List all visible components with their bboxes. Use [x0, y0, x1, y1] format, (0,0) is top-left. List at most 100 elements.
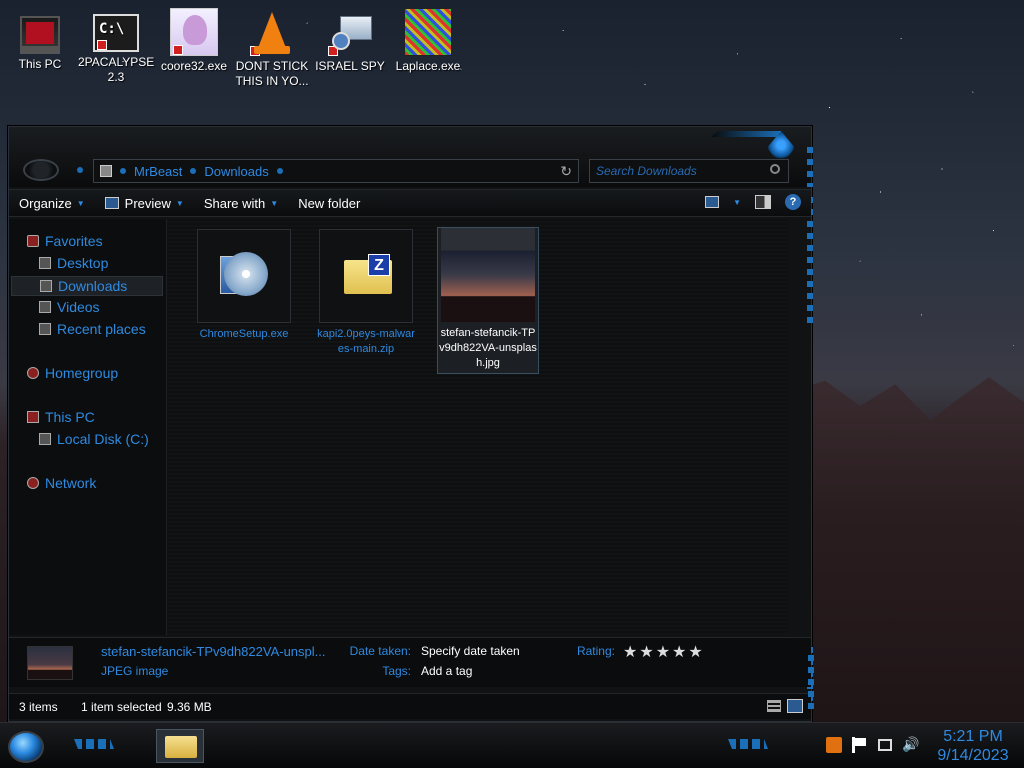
desktop-edge-accent [808, 655, 814, 715]
desktop-icon-coore32[interactable]: coore32.exe [156, 8, 232, 74]
action-center-flag-icon[interactable] [852, 737, 868, 753]
network-computer-icon [326, 8, 374, 56]
image-thumbnail [441, 228, 535, 322]
sidebar-item-videos[interactable]: Videos [39, 299, 100, 315]
taskbar-file-explorer-button[interactable] [156, 729, 204, 763]
sidebar-item-local-disk[interactable]: Local Disk (C:) [39, 431, 149, 447]
organize-button[interactable]: Organize ▼ [9, 189, 95, 217]
change-view-icon[interactable] [705, 196, 720, 208]
desktop-icon-label: 2PACALYPSE 2.3 [78, 55, 155, 84]
desktop-icon-israel-spy[interactable]: ISRAEL SPY [312, 8, 388, 74]
java-icon[interactable] [826, 737, 842, 753]
desktop-folder-icon [39, 257, 51, 269]
file-item[interactable]: ChromeSetup.exe [193, 229, 295, 342]
search-input[interactable]: Search Downloads [589, 159, 789, 183]
shortcut-badge-icon [97, 40, 107, 50]
large-icons-view-icon[interactable] [787, 699, 803, 713]
sidebar-item-label: Homegroup [45, 365, 119, 381]
volume-icon[interactable]: 🔊 [902, 737, 919, 753]
search-placeholder: Search Downloads [596, 164, 697, 178]
window-titlebar[interactable]: MrBeast Downloads ↻ Search Downloads [9, 127, 811, 187]
rating-stars[interactable]: ★★★★★ [623, 642, 705, 662]
breadcrumb-separator-icon[interactable] [120, 168, 126, 174]
status-bar: 3 items 1 item selected 9.36 MB [9, 693, 811, 719]
file-item[interactable]: Z kapi2.0peys-malwares-main.zip [315, 229, 417, 357]
desktop-wallpaper-mountain [790, 377, 1024, 730]
computer-icon [20, 16, 60, 54]
details-file-name: stefan-stefancik-TPv9dh822VA-unspl... [101, 644, 326, 659]
favorites-star-icon [27, 235, 39, 247]
share-with-label: Share with [203, 195, 266, 211]
sidebar-item-network[interactable]: Network [27, 475, 96, 491]
file-item-selected[interactable]: stefan-stefancik-TPv9dh822VA-unsplash.jp… [437, 227, 539, 374]
taskbar-chevron-decoration [728, 739, 768, 749]
command-prompt-icon: C:\ [93, 14, 139, 52]
breadcrumb-mrbeast[interactable]: MrBeast [134, 164, 182, 179]
sidebar-item-label: Network [45, 475, 97, 491]
date-taken-value[interactable]: Specify date taken [421, 644, 520, 658]
rating-label: Rating: [576, 644, 615, 658]
homegroup-icon [27, 367, 39, 379]
file-thumbnail: Z [319, 229, 413, 323]
sidebar-item-recent-places[interactable]: Recent places [39, 321, 146, 337]
videos-folder-icon [39, 301, 51, 313]
share-with-button[interactable]: Share with ▼ [194, 189, 288, 217]
breadcrumb-separator-icon[interactable] [276, 168, 283, 174]
cd-disc-icon [224, 252, 268, 296]
sidebar-item-favorites[interactable]: Favorites [27, 233, 103, 249]
taskbar-clock[interactable]: 5:21 PM 9/14/2023 [930, 727, 1016, 765]
search-icon[interactable] [770, 164, 780, 174]
chevron-down-icon[interactable]: ▼ [733, 198, 741, 207]
desktop-icon-2pacalypse[interactable]: C:\ 2PACALYPSE 2.3 [78, 8, 154, 85]
anime-character-icon [170, 8, 218, 56]
desktop-icon-label: coore32.exe [160, 59, 228, 73]
sidebar-item-this-pc[interactable]: This PC [27, 409, 95, 425]
file-thumbnail [197, 229, 291, 323]
new-folder-label: New folder [298, 195, 361, 211]
toolbar-right-controls: ▼ ? [705, 194, 801, 210]
computer-icon [27, 411, 39, 423]
sidebar-item-label: This PC [45, 409, 95, 425]
details-view-icon[interactable] [767, 700, 781, 712]
explorer-window[interactable]: MrBeast Downloads ↻ Search Downloads Org… [8, 126, 813, 722]
clock-time: 5:21 PM [943, 728, 1003, 745]
status-item-count: 3 items [19, 700, 58, 714]
sidebar-item-label: Desktop [57, 255, 109, 271]
details-thumbnail [27, 646, 73, 680]
preview-button[interactable]: Preview ▼ [95, 189, 194, 217]
chevron-down-icon: ▼ [270, 198, 279, 208]
downloads-folder-icon [40, 280, 52, 292]
back-forward-orb-icon[interactable] [23, 159, 59, 181]
recent-places-icon [39, 323, 51, 335]
desktop-icon-label: DONT STICK THIS IN YO... [235, 59, 309, 88]
refresh-icon[interactable]: ↻ [560, 163, 572, 180]
desktop-icon-label: This PC [18, 57, 62, 71]
file-name: ChromeSetup.exe [199, 328, 289, 340]
tags-value[interactable]: Add a tag [421, 664, 472, 678]
breadcrumb-downloads[interactable]: Downloads [204, 164, 268, 179]
desktop-icon-laplace[interactable]: Laplace.exe [390, 8, 466, 74]
start-button[interactable] [8, 731, 44, 763]
sidebar-item-label: Local Disk (C:) [57, 431, 149, 447]
folder-icon [165, 736, 197, 758]
breadcrumb-separator-icon[interactable] [190, 168, 197, 174]
file-list-view[interactable]: ChromeSetup.exe Z kapi2.0peys-malwares-m… [167, 219, 787, 635]
title-accent-bar [711, 131, 781, 137]
recent-locations-dot-icon[interactable] [77, 167, 83, 173]
sidebar-item-desktop[interactable]: Desktop [39, 255, 108, 271]
chevron-down-icon: ▼ [175, 198, 184, 208]
sidebar-item-label: Videos [57, 299, 100, 315]
navigation-pane: Favorites Desktop Downloads Videos Recen… [9, 219, 167, 635]
preview-pane-icon[interactable] [755, 195, 771, 209]
network-icon[interactable] [878, 739, 892, 751]
details-pane: stefan-stefancik-TPv9dh822VA-unspl... JP… [9, 637, 811, 687]
sidebar-item-downloads[interactable]: Downloads [11, 276, 163, 296]
desktop-icon-dont-stick[interactable]: DONT STICK THIS IN YO... [234, 8, 310, 89]
address-bar[interactable]: MrBeast Downloads ↻ [93, 159, 579, 183]
desktop-icon-this-pc[interactable]: This PC [2, 8, 78, 72]
system-tray: 🔊 [826, 737, 919, 753]
help-icon[interactable]: ? [785, 194, 801, 210]
new-folder-button[interactable]: New folder [288, 189, 370, 217]
sidebar-item-homegroup[interactable]: Homegroup [27, 365, 118, 381]
preview-icon [104, 197, 119, 209]
